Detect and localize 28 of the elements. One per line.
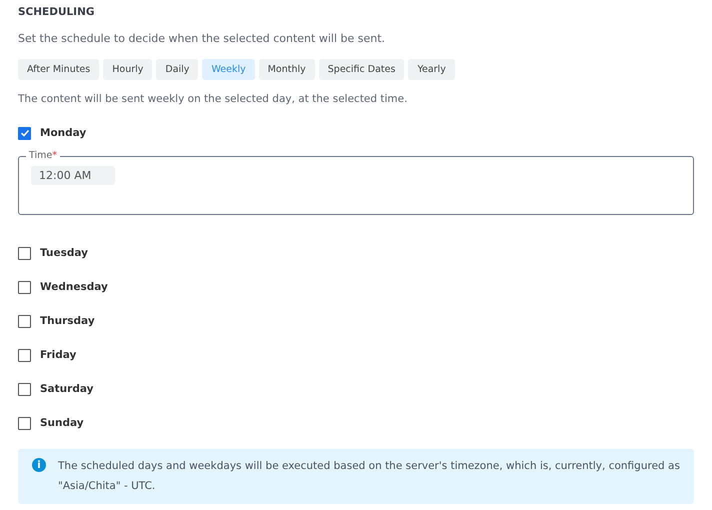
checkbox[interactable] bbox=[18, 314, 31, 328]
time-value[interactable]: 12:00 AM bbox=[31, 166, 115, 185]
frequency-tab[interactable]: Daily bbox=[156, 59, 198, 80]
checkbox[interactable] bbox=[18, 126, 31, 140]
day-label: Saturday bbox=[40, 383, 94, 395]
day-label: Monday bbox=[40, 127, 86, 139]
checkbox[interactable] bbox=[18, 348, 31, 362]
day-label: Friday bbox=[40, 349, 76, 361]
info-text: The scheduled days and weekdays will be executed based on the server's timezone, which is, currently, configured as "Asia/Chita" - UTC. bbox=[58, 459, 680, 494]
day-label: Sunday bbox=[40, 417, 84, 429]
checkbox[interactable] bbox=[18, 416, 31, 430]
checkbox[interactable] bbox=[18, 382, 31, 396]
checkbox[interactable] bbox=[18, 246, 31, 260]
checkbox[interactable] bbox=[18, 280, 31, 294]
description-text: Set the schedule to decide when the selected content will be sent. bbox=[18, 32, 386, 45]
mode-description: The content will be sent weekly on the selected day, at the selected time. bbox=[18, 93, 408, 105]
frequency-tab[interactable]: Specific Dates bbox=[318, 59, 404, 80]
time-field[interactable]: Time* 12:00 AM bbox=[18, 150, 694, 215]
day-label: Wednesday bbox=[40, 281, 108, 293]
frequency-tab[interactable]: Yearly bbox=[408, 59, 455, 80]
day-label: Tuesday bbox=[40, 247, 88, 259]
frequency-tab[interactable]: Hourly bbox=[103, 59, 152, 80]
field-label: Time* bbox=[28, 150, 58, 162]
info-icon: i bbox=[32, 458, 46, 472]
section-title: SCHEDULING bbox=[18, 6, 96, 20]
frequency-tab[interactable]: Monthly bbox=[258, 59, 315, 80]
frequency-tab[interactable]: After Minutes bbox=[18, 59, 100, 80]
day-label: Thursday bbox=[40, 315, 95, 327]
